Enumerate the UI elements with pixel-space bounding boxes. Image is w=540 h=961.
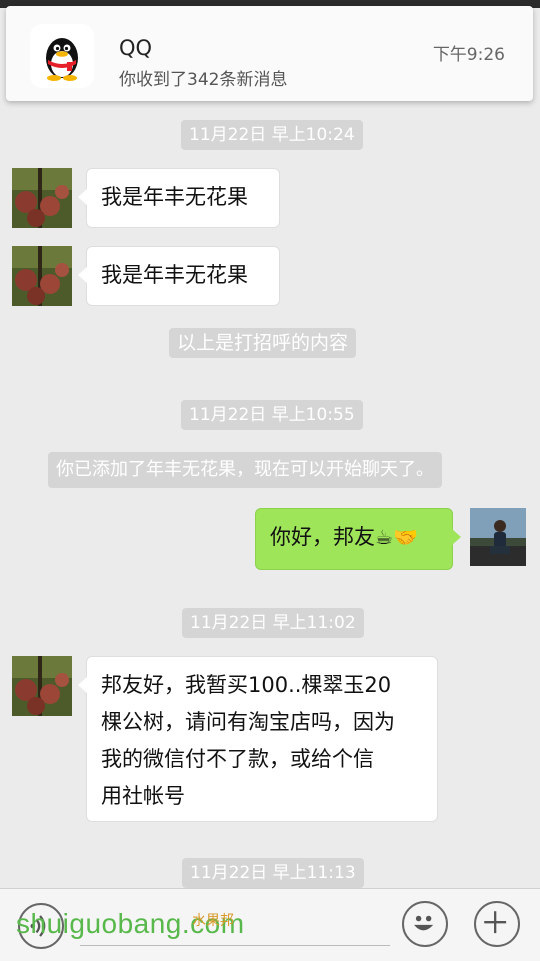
plus-button[interactable] [474, 901, 520, 947]
timestamp-chip: 11月22日 早上10:24 [181, 120, 363, 150]
watermark-logo: 水果邦 [192, 913, 234, 929]
notification-time: 下午9:26 [432, 45, 505, 65]
message-text-line: 邦友好，我暂买100..棵翠玉20 [101, 673, 392, 697]
message-text: 你好，邦友 [270, 525, 375, 549]
contact-avatar[interactable] [12, 246, 72, 306]
user-avatar[interactable] [470, 508, 526, 566]
contact-avatar[interactable] [12, 168, 72, 228]
timestamp-chip: 11月22日 早上10:55 [181, 400, 363, 430]
qq-notification-banner[interactable]: QQ 你收到了342条新消息 下午9:26 [6, 6, 533, 101]
timestamp-chip: 11月22日 早上11:13 [182, 858, 364, 888]
emoji-button[interactable] [402, 901, 448, 947]
coffee-icon: ☕ [375, 525, 393, 549]
timestamp-chip: 11月22日 早上11:02 [182, 608, 364, 638]
message-text-line: 棵公树，请问有淘宝店吗，因为 [101, 710, 395, 734]
message-text-line: 我的微信付不了款，或给个信 [101, 747, 374, 771]
message-bubble[interactable]: 我是年丰无花果 [78, 168, 280, 228]
message-text: 我是年丰无花果 [101, 263, 248, 287]
outgoing-message-bubble[interactable]: 你好，邦友☕🤝 [255, 508, 461, 570]
notification-message: 你收到了342条新消息 [119, 70, 288, 90]
handshake-icon: 🤝 [392, 525, 418, 549]
plus-icon [484, 911, 507, 934]
system-note: 以上是打招呼的内容 [169, 328, 357, 358]
message-text-line: 用社帐号 [101, 784, 185, 808]
message-text: 我是年丰无花果 [101, 185, 248, 209]
message-bubble[interactable]: 邦友好，我暂买100..棵翠玉20 棵公树，请问有淘宝店吗，因为 我的微信付不了… [78, 656, 438, 822]
message-input[interactable] [80, 945, 390, 946]
qq-penguin-icon [30, 24, 94, 88]
system-note: 你已添加了年丰无花果，现在可以开始聊天了。 [48, 452, 442, 488]
smiley-icon [414, 915, 434, 931]
message-bubble[interactable]: 我是年丰无花果 [78, 246, 280, 306]
contact-avatar[interactable] [12, 656, 72, 716]
notification-app-name: QQ [119, 36, 153, 60]
